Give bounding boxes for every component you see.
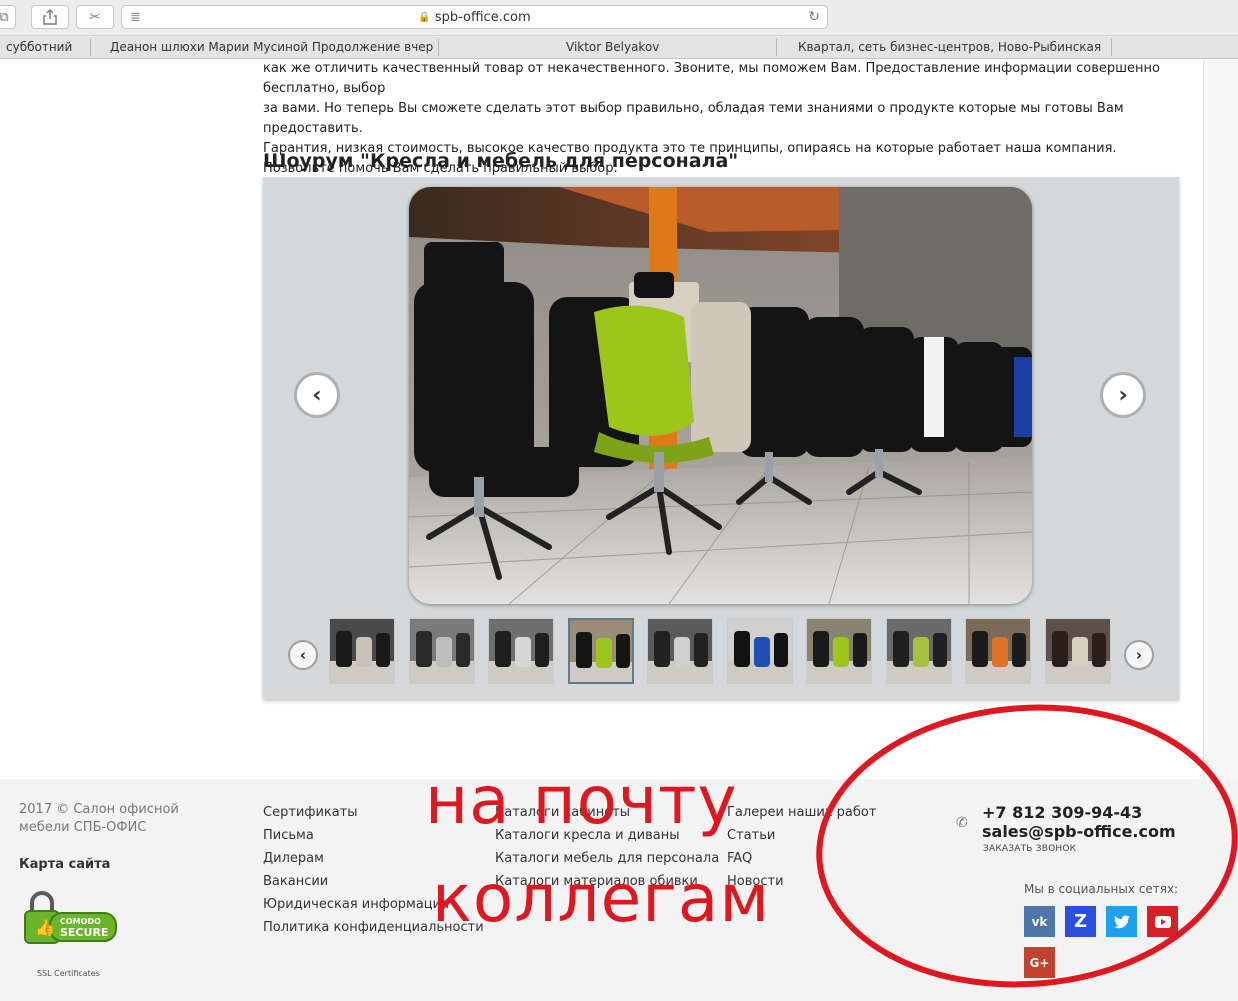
youtube-icon xyxy=(1154,915,1171,928)
twitter-button[interactable] xyxy=(1106,906,1137,937)
zen-button[interactable]: Z xyxy=(1065,906,1096,937)
footer-link[interactable]: Галереи наших работ xyxy=(727,801,876,824)
email-address[interactable]: sales@spb-office.com xyxy=(982,822,1176,841)
bookmarks-bar: субботний Деанон шлюхи Марии Мусиной Про… xyxy=(0,36,1238,59)
footer-column-info: Сертификаты Письма Дилерам Вакансии Юрид… xyxy=(263,801,484,939)
page-scroll-area xyxy=(1203,59,1238,779)
share-icon xyxy=(43,9,57,25)
footer-link[interactable]: FAQ xyxy=(727,847,876,870)
chevron-right-icon: › xyxy=(1135,646,1143,664)
footer-link[interactable]: Письма xyxy=(263,824,484,847)
main-photo xyxy=(409,187,1032,604)
svg-text:👍: 👍 xyxy=(35,918,55,937)
gallery-thumbnail[interactable] xyxy=(488,618,554,684)
bookmark-item[interactable]: субботний xyxy=(0,36,88,58)
gallery-thumbnail[interactable] xyxy=(408,618,475,684)
phone-number[interactable]: +7 812 309-94-43 xyxy=(982,803,1176,822)
comodo-label: COMODO xyxy=(60,917,101,926)
gallery-thumbnail[interactable] xyxy=(329,618,395,684)
zen-icon: Z xyxy=(1073,911,1088,932)
gallery-thumbnail[interactable] xyxy=(726,618,793,684)
footer: 2017 © Салон офисной мебели СПБ-ОФИС Кар… xyxy=(0,779,1238,1001)
tabs-overview-button[interactable]: ⧉ xyxy=(0,5,16,29)
footer-link[interactable]: Политика конфиденциальности xyxy=(263,916,484,939)
footer-column-catalogs: Каталоги кабинеты Каталоги кресла и дива… xyxy=(495,801,719,893)
scissors-icon: ✂ xyxy=(89,9,101,25)
footer-link[interactable]: Каталоги кресла и диваны xyxy=(495,824,719,847)
bookmark-item[interactable]: Квартал, сеть бизнес-центров, Ново-Рыбин… xyxy=(792,36,1102,58)
copyright: 2017 © Салон офисной мебели СПБ-ОФИС xyxy=(19,802,179,835)
googleplus-icon: G+ xyxy=(1029,955,1050,970)
callback-link[interactable]: ЗАКАЗАТЬ ЗВОНОК xyxy=(983,844,1176,854)
thumbs-next-button[interactable]: › xyxy=(1124,640,1154,670)
footer-link[interactable]: Каталоги мебель для персонала xyxy=(495,847,719,870)
chevron-left-icon: ‹ xyxy=(312,382,322,408)
social-label: Мы в социальных сетях: xyxy=(1024,882,1179,896)
footer-link[interactable]: Вакансии xyxy=(263,870,484,893)
browser-toolbar: ⧉ ✂ ≣ 🔒 spb-office.com ↻ xyxy=(0,0,1238,36)
vk-icon: vk xyxy=(1031,914,1048,929)
vk-button[interactable]: vk xyxy=(1024,906,1055,937)
showroom-gallery: ‹ › ‹ › xyxy=(263,177,1179,699)
bookmark-item[interactable]: Viktor Belyakov xyxy=(560,36,660,58)
reload-icon[interactable]: ↻ xyxy=(808,9,820,25)
gallery-thumbnail[interactable] xyxy=(806,618,872,684)
thumbs-prev-button[interactable]: ‹ xyxy=(288,640,318,670)
contacts-block: ✆ +7 812 309-94-43 sales@spb-office.com … xyxy=(956,803,1176,854)
footer-column-more: Галереи наших работ Статьи FAQ Новости xyxy=(727,801,876,893)
chevron-left-icon: ‹ xyxy=(299,646,307,664)
footer-link[interactable]: Каталоги материалов обивки xyxy=(495,870,719,893)
gallery-next-button[interactable]: › xyxy=(1100,372,1146,418)
ssl-certificates-label[interactable]: SSL Certificates xyxy=(37,969,100,978)
gallery-prev-button[interactable]: ‹ xyxy=(294,372,340,418)
intro-line: как же отличить качественный товар от не… xyxy=(263,61,1160,96)
secure-label: SECURE xyxy=(60,926,108,939)
lock-icon: 🔒 xyxy=(418,11,431,23)
footer-link[interactable]: Сертификаты xyxy=(263,801,484,824)
youtube-button[interactable] xyxy=(1147,906,1178,937)
footer-link[interactable]: Каталоги кабинеты xyxy=(495,801,719,824)
footer-link[interactable]: Новости xyxy=(727,870,876,893)
reader-icon[interactable]: ≣ xyxy=(130,10,141,25)
sitemap-link[interactable]: Карта сайта xyxy=(19,857,110,872)
phone-icon: ✆ xyxy=(956,815,968,831)
gallery-thumbnail[interactable] xyxy=(567,618,634,684)
footer-link[interactable]: Дилерам xyxy=(263,847,484,870)
address-bar[interactable]: ≣ 🔒 spb-office.com ↻ xyxy=(121,5,828,29)
footer-link[interactable]: Статьи xyxy=(727,824,876,847)
intro-line: за вами. Но теперь Вы сможете сделать эт… xyxy=(263,101,1124,136)
showroom-title: Шоурум "Кресла и мебель для персонала" xyxy=(263,150,739,172)
twitter-icon xyxy=(1113,915,1130,928)
share-button[interactable] xyxy=(31,5,69,29)
bookmark-item[interactable]: Деанон шлюхи Марии Мусиной Продолжение в… xyxy=(104,36,434,58)
comodo-badge[interactable]: 👍 COMODO SECURE xyxy=(22,891,117,946)
footer-link[interactable]: Юридическая информация xyxy=(263,893,484,916)
gallery-thumbnail[interactable] xyxy=(965,618,1031,684)
gallery-thumbnail[interactable] xyxy=(1044,618,1111,684)
chevron-right-icon: › xyxy=(1118,382,1128,408)
gallery-thumbnail[interactable] xyxy=(885,618,952,684)
googleplus-button[interactable]: G+ xyxy=(1024,947,1055,978)
gallery-thumbnail[interactable] xyxy=(647,618,713,684)
url-text: spb-office.com xyxy=(434,9,531,25)
clip-button[interactable]: ✂ xyxy=(76,5,114,29)
